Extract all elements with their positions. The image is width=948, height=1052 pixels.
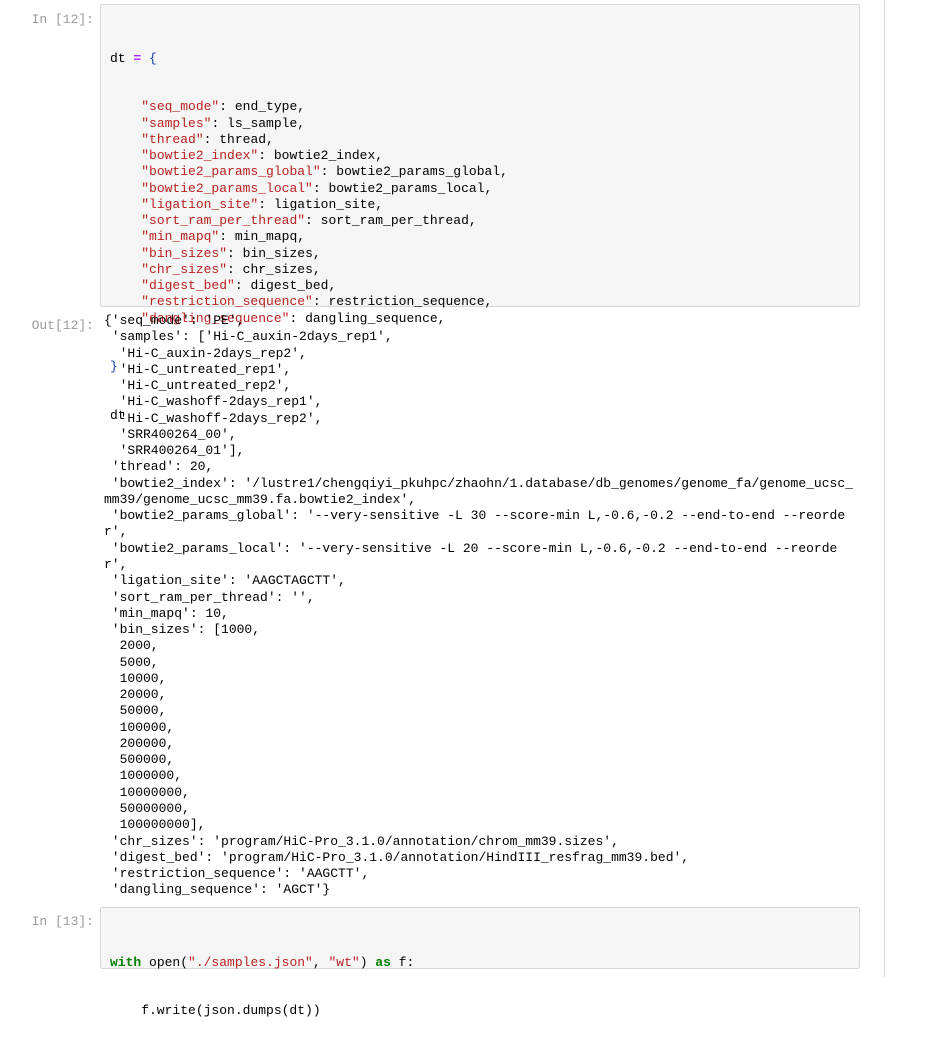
output-line: 'SRR400264_01'], (104, 443, 245, 459)
output-line: 50000, (104, 703, 167, 719)
output-line: 'restriction_sequence': 'AAGCTT', (104, 866, 370, 882)
input-prompt: In [12]: (31, 12, 94, 27)
code-line: "chr_sizes": chr_sizes, (141, 261, 321, 277)
code-line: with open("./samples.json", "wt") as f: (110, 954, 415, 970)
output-line: 50000000, (104, 800, 190, 816)
code-line: "ligation_site": ligation_site, (141, 196, 384, 212)
code-line: "restriction_sequence": restriction_sequ… (141, 294, 493, 310)
code-line: "bin_sizes": bin_sizes, (141, 245, 321, 261)
code-line: dt = { (110, 50, 157, 66)
output-line: 'thread': 20, (104, 459, 214, 475)
code-line: "seq_mode": end_type, (141, 99, 306, 115)
output-line: {'seq_mode': 'PE', (104, 313, 245, 328)
code-line: "thread": thread, (141, 131, 274, 147)
code-editor[interactable]: with open("./samples.json", "wt") as f: … (110, 922, 414, 1052)
output-line: 'digest_bed': 'program/HiC-Pro_3.1.0/ann… (104, 849, 690, 865)
output-line: 20000, (104, 687, 167, 703)
output-line: 'dangling_sequence': 'AGCT'} (104, 882, 331, 898)
output-line: 1000000, (104, 768, 183, 784)
output-line: 100000, (104, 719, 175, 735)
output-line: 'min_mapq': 10, (104, 605, 229, 621)
output-line: 5000, (104, 654, 159, 670)
cell-output: {'seq_mode': 'PE', 'samples': ['Hi-C_aux… (104, 313, 853, 899)
output-line: 'bowtie2_params_local': '--very-sensitiv… (104, 540, 838, 556)
output-line: mm39/genome_ucsc_mm39.fa.bowtie2_index', (104, 491, 417, 507)
output-line: 'Hi-C_washoff-2days_rep1', (104, 394, 323, 410)
output-prompt: Out[12]: (31, 318, 94, 333)
code-line: "min_mapq": min_mapq, (141, 229, 306, 245)
output-line: 'SRR400264_00', (104, 426, 237, 442)
code-line: "bowtie2_params_global": bowtie2_params_… (141, 164, 508, 180)
output-line: 'bin_sizes': [1000, (104, 622, 261, 638)
output-line: r', (104, 524, 128, 540)
code-line: "bowtie2_index": bowtie2_index, (141, 148, 384, 163)
code-line: "sort_ram_per_thread": sort_ram_per_thre… (141, 213, 477, 228)
output-line: 'Hi-C_washoff-2days_rep2', (104, 410, 323, 426)
output-line: 200000, (104, 735, 175, 751)
output-line: 'Hi-C_auxin-2days_rep2', (104, 345, 307, 361)
output-line: 'samples': ['Hi-C_auxin-2days_rep1', (104, 329, 393, 345)
code-line: f.write(json.dumps(dt)) (110, 1003, 321, 1019)
output-line: 10000, (104, 670, 167, 686)
input-prompt: In [13]: (31, 914, 94, 929)
output-line: 100000000], (104, 817, 206, 833)
output-line: 500000, (104, 752, 175, 768)
output-line: 'Hi-C_untreated_rep1', (104, 361, 292, 377)
output-line: 'bowtie2_index': '/lustre1/chengqiyi_pku… (104, 475, 853, 491)
output-line: r', (104, 556, 128, 572)
output-line: 'sort_ram_per_thread': '', (104, 589, 315, 605)
output-line: 'ligation_site': 'AAGCTAGCTT', (104, 573, 346, 589)
output-line: 2000, (104, 638, 159, 654)
code-line: "digest_bed": digest_bed, (141, 278, 337, 293)
code-line: "bowtie2_params_local": bowtie2_params_l… (141, 180, 493, 196)
page-right-border (884, 0, 885, 977)
notebook: In [12]: dt = { "seq_mode": end_type, "s… (0, 0, 884, 1018)
output-line: 'Hi-C_untreated_rep2', (104, 378, 292, 394)
code-line: "samples": ls_sample, (141, 115, 306, 131)
output-line: 'chr_sizes': 'program/HiC-Pro_3.1.0/anno… (104, 833, 619, 849)
output-line: 10000000, (104, 784, 190, 800)
output-line: 'bowtie2_params_global': '--very-sensiti… (104, 508, 846, 524)
